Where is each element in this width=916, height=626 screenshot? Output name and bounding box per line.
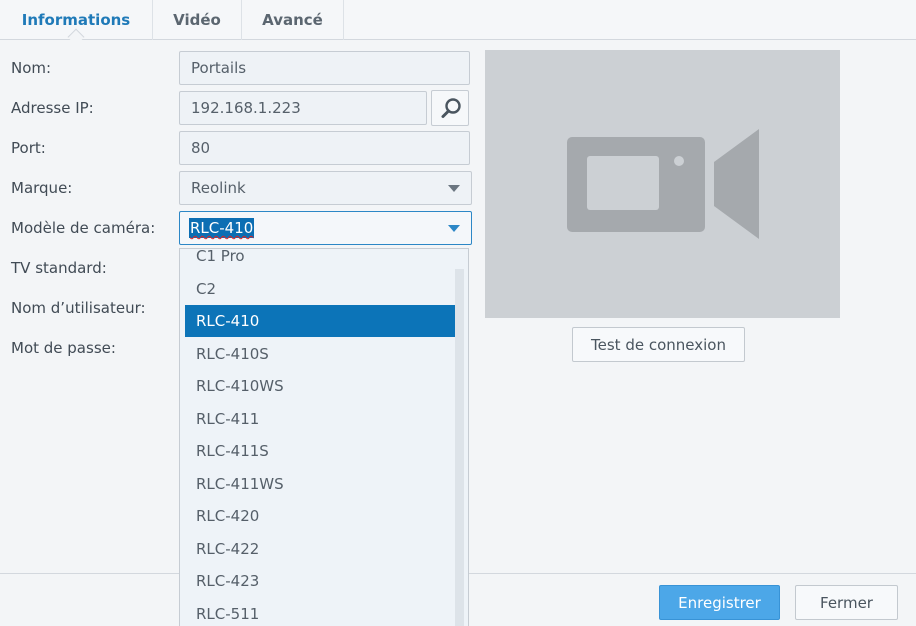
dropdown-option[interactable]: RLC-410WS — [185, 370, 464, 402]
brand-select-value: Reolink — [191, 179, 246, 197]
tab-bar: Informations Vidéo Avancé — [0, 0, 916, 40]
dropdown-option[interactable]: RLC-411 — [185, 403, 464, 435]
name-input-value: Portails — [191, 59, 247, 77]
save-button[interactable]: Enregistrer — [659, 585, 780, 620]
chevron-down-icon — [448, 185, 460, 192]
ip-label: Adresse IP: — [11, 99, 94, 117]
chevron-down-icon — [448, 225, 460, 232]
port-input-value: 80 — [191, 139, 211, 157]
model-select-value: RLC-410 — [189, 218, 255, 238]
dropdown-option[interactable]: RLC-422 — [185, 533, 464, 565]
dropdown-scrollbar[interactable] — [455, 269, 464, 626]
dropdown-option[interactable]: RLC-411S — [185, 435, 464, 467]
model-dropdown-list[interactable]: C1 Pro C2 RLC-410 RLC-410S RLC-410WS RLC-411 R… — [179, 248, 469, 626]
tab-video[interactable]: Vidéo — [153, 0, 242, 40]
test-connection-button[interactable]: Test de connexion — [572, 327, 745, 362]
dropdown-option[interactable]: RLC-420 — [185, 500, 464, 532]
password-label: Mot de passe: — [11, 339, 116, 357]
dropdown-option[interactable]: RLC-410 — [185, 305, 464, 337]
brand-select[interactable]: Reolink — [179, 171, 472, 205]
ip-input[interactable]: 192.168.1.223 — [179, 91, 427, 125]
ip-input-value: 192.168.1.223 — [191, 99, 301, 117]
port-label: Port: — [11, 139, 46, 157]
camera-preview — [485, 50, 840, 318]
name-input[interactable]: Portails — [179, 51, 470, 85]
port-input[interactable]: 80 — [179, 131, 470, 165]
camera-settings-dialog: Informations Vidéo Avancé Nom: Adresse I… — [0, 0, 916, 626]
video-camera-icon — [567, 129, 759, 239]
close-button[interactable]: Fermer — [795, 585, 898, 620]
dropdown-option[interactable]: RLC-423 — [185, 565, 464, 597]
search-ip-button[interactable] — [431, 90, 469, 126]
search-icon — [441, 98, 461, 118]
model-select[interactable]: RLC-410 — [179, 211, 472, 245]
tab-avance[interactable]: Avancé — [242, 0, 344, 40]
brand-label: Marque: — [11, 179, 73, 197]
tv-standard-label: TV standard: — [11, 259, 107, 277]
name-label: Nom: — [11, 59, 52, 77]
dropdown-option[interactable]: C2 — [185, 273, 464, 305]
dropdown-option[interactable]: RLC-511 — [185, 598, 464, 626]
dropdown-option[interactable]: C1 Pro — [185, 249, 464, 272]
model-label: Modèle de caméra: — [11, 219, 156, 237]
dropdown-option[interactable]: RLC-410S — [185, 338, 464, 370]
dropdown-option[interactable]: RLC-411WS — [185, 468, 464, 500]
username-label: Nom d’utilisateur: — [11, 299, 146, 317]
